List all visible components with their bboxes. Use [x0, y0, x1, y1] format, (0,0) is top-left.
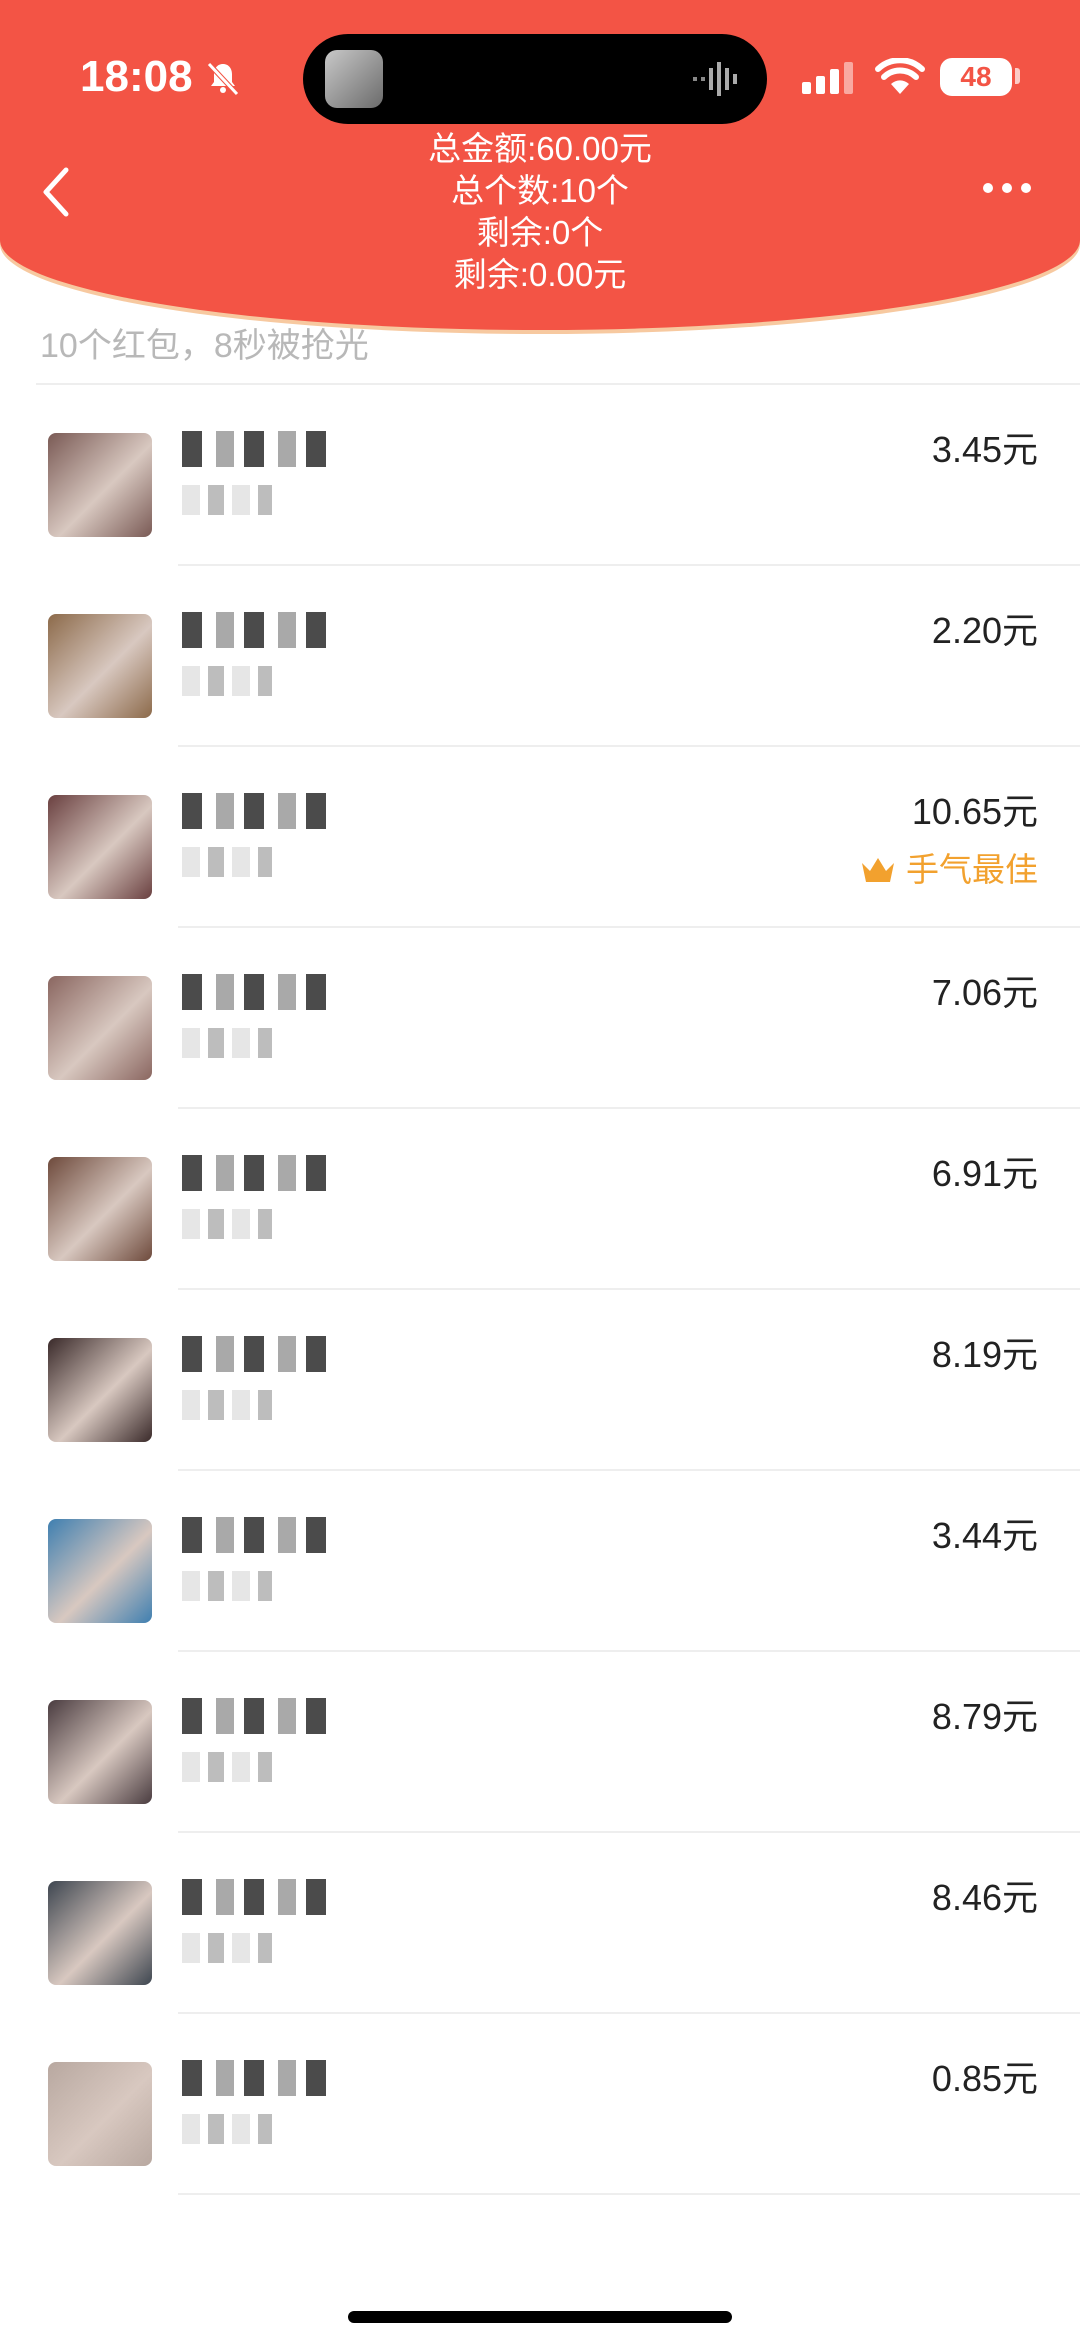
list-info: 10个红包，8秒被抢光: [40, 327, 369, 365]
status-time: 18:08: [80, 52, 193, 101]
amount: 7.06元: [931, 972, 1038, 1013]
name-redacted: [182, 1698, 332, 1734]
time-redacted: [182, 666, 272, 696]
home-indicator[interactable]: [348, 2311, 732, 2323]
amount: 0.85元: [931, 2058, 1038, 2099]
time-redacted: [182, 485, 272, 515]
avatar[interactable]: [48, 614, 152, 718]
avatar[interactable]: [48, 1519, 152, 1623]
name-redacted: [182, 1336, 332, 1372]
battery-tip: [1015, 68, 1020, 84]
name-redacted: [182, 1879, 332, 1915]
avatar[interactable]: [48, 433, 152, 537]
back-arrow-icon[interactable]: [38, 166, 74, 218]
time-redacted: [182, 1028, 272, 1058]
dynamic-island[interactable]: [303, 34, 767, 124]
amount: 8.19元: [931, 1334, 1038, 1375]
amount: 2.20元: [931, 610, 1038, 651]
best-luck-label: 手气最佳: [906, 851, 1038, 888]
more-icon[interactable]: [980, 180, 1034, 196]
name-redacted: [182, 793, 332, 829]
avatar[interactable]: [48, 1881, 152, 1985]
wifi-icon: [875, 58, 925, 94]
packet-summary: 总金额:60.00元 总个数:10个 剩余:0个 剩余:0.00元: [340, 128, 740, 296]
now-playing-thumbnail: [325, 50, 383, 108]
amount: 10.65元: [911, 791, 1038, 832]
avatar[interactable]: [48, 1157, 152, 1261]
avatar[interactable]: [48, 1700, 152, 1804]
amount: 3.45元: [931, 429, 1038, 470]
list-item[interactable]: 7.06元: [0, 928, 1080, 1109]
avatar[interactable]: [48, 2062, 152, 2166]
bell-muted-icon: [207, 62, 239, 96]
amount: 8.79元: [931, 1696, 1038, 1737]
avatar[interactable]: [48, 1338, 152, 1442]
amount: 8.46元: [931, 1877, 1038, 1918]
time-redacted: [182, 1571, 272, 1601]
list-item[interactable]: 8.79元: [0, 1652, 1080, 1833]
list-item[interactable]: 8.46元: [0, 1833, 1080, 2014]
amount: 3.44元: [931, 1515, 1038, 1556]
list-item[interactable]: 3.44元: [0, 1471, 1080, 1652]
name-redacted: [182, 2060, 332, 2096]
list-item[interactable]: 3.45元: [0, 385, 1080, 566]
name-redacted: [182, 612, 332, 648]
time-redacted: [182, 1752, 272, 1782]
list-item[interactable]: 0.85元: [0, 2014, 1080, 2195]
avatar[interactable]: [48, 976, 152, 1080]
divider: [178, 2193, 1080, 2195]
time-redacted: [182, 1933, 272, 1963]
name-redacted: [182, 1155, 332, 1191]
records-list: 3.45元 2.20元 10.65元手气最佳 7.06元 6.91元 8.19元 3.44元…: [0, 385, 1080, 2195]
battery-level: 48: [960, 61, 992, 92]
red-packet-detail-page: 18:08 48 总金额:60.00元 总个数:10个 剩余:0个 剩余:0.0…: [0, 0, 1080, 2347]
total-count: 总个数:10个: [451, 172, 629, 209]
header: 18:08 48 总金额:60.00元 总个数:10个 剩余:0个 剩余:0.0…: [0, 0, 1080, 330]
list-item[interactable]: 8.19元: [0, 1290, 1080, 1471]
audio-wave-icon: [693, 62, 737, 96]
time-redacted: [182, 1209, 272, 1239]
list-item[interactable]: 10.65元手气最佳: [0, 747, 1080, 928]
time-redacted: [182, 1390, 272, 1420]
crown-icon: [862, 858, 894, 882]
total-amount: 总金额:60.00元: [428, 130, 652, 167]
amount: 6.91元: [931, 1153, 1038, 1194]
time-redacted: [182, 2114, 272, 2144]
time-redacted: [182, 847, 272, 877]
list-item[interactable]: 6.91元: [0, 1109, 1080, 1290]
remaining-count: 剩余:0个: [476, 214, 604, 251]
battery-icon: 48: [940, 58, 1012, 96]
list-item[interactable]: 2.20元: [0, 566, 1080, 747]
name-redacted: [182, 431, 332, 467]
name-redacted: [182, 974, 332, 1010]
name-redacted: [182, 1517, 332, 1553]
signal-icon: [802, 62, 853, 94]
avatar[interactable]: [48, 795, 152, 899]
best-luck-badge: 手气最佳: [860, 843, 1038, 891]
remaining-amount: 剩余:0.00元: [453, 256, 627, 293]
